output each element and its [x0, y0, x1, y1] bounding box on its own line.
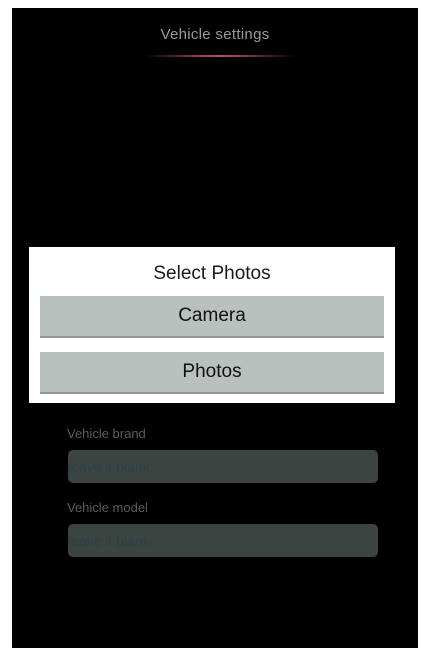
- vehicle-brand-input[interactable]: [68, 450, 378, 483]
- title-underline: [145, 55, 295, 57]
- dialog-title: Select Photos: [153, 263, 271, 284]
- vehicle-model-label: Vehicle model: [67, 500, 148, 515]
- select-photos-dialog: Select Photos Camera Photos: [29, 247, 395, 403]
- camera-button[interactable]: Camera: [40, 296, 384, 338]
- vehicle-brand-label: Vehicle brand: [67, 426, 146, 441]
- photos-button[interactable]: Photos: [40, 352, 384, 394]
- page-title: Vehicle settings: [160, 26, 270, 43]
- vehicle-model-input[interactable]: [68, 524, 378, 557]
